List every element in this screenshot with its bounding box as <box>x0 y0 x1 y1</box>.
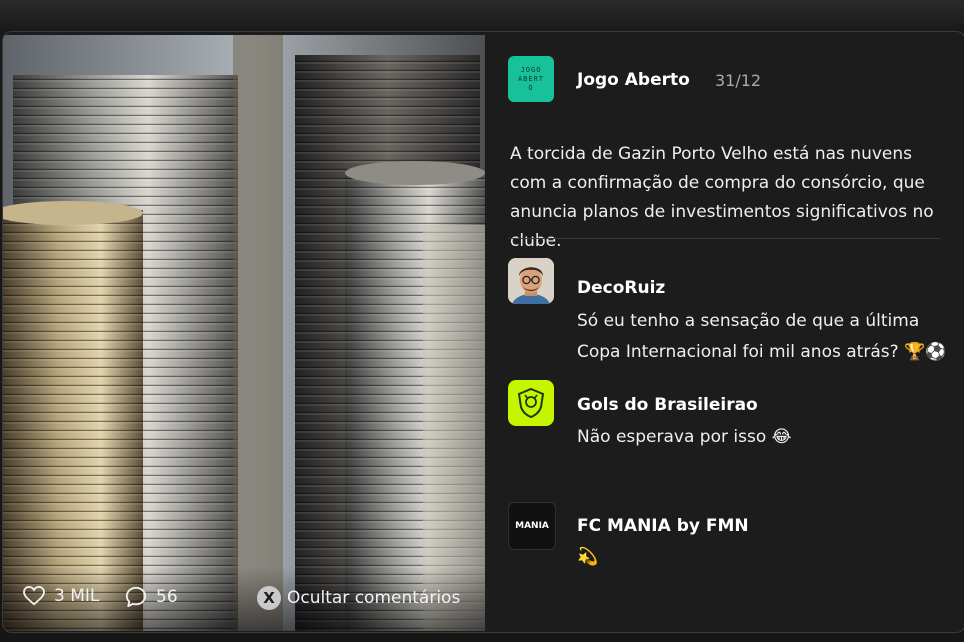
comment-author[interactable]: DecoRuiz <box>577 278 665 298</box>
fc-mania-logo-text: MANIA <box>515 521 549 531</box>
avatar-logo-text: JOGO ABERTO <box>517 65 545 92</box>
divider <box>508 238 940 239</box>
comment-author[interactable]: FC MANIA by FMN <box>577 516 749 536</box>
decoruiz-avatar[interactable] <box>508 258 554 304</box>
gols-do-brasileirao-avatar[interactable] <box>508 380 554 426</box>
post-date: 31/12 <box>715 71 762 90</box>
user-photo-icon <box>508 258 554 304</box>
comment-text: 💫 <box>577 547 599 567</box>
post-author[interactable]: Jogo Aberto <box>577 70 690 90</box>
comment-bubble-icon <box>125 586 147 608</box>
jogo-aberto-avatar[interactable]: JOGO ABERTO <box>508 56 554 102</box>
post-image[interactable] <box>3 35 485 631</box>
comments-button[interactable]: 56 <box>125 586 178 608</box>
hide-comments-label: Ocultar comentários <box>287 588 461 608</box>
comment-author[interactable]: Gols do Brasileirao <box>577 395 758 415</box>
app-stage: 3 MIL 56 X Ocultar comentários JOGO ABER… <box>0 0 964 642</box>
likes-count: 3 MIL <box>54 586 100 606</box>
shield-logo-icon <box>517 387 545 419</box>
comment-text: Só eu tenho a sensação de que a última C… <box>577 311 947 362</box>
comment-text: Não esperava por isso 😂 <box>577 427 792 447</box>
hide-comments-button[interactable]: X Ocultar comentários <box>257 586 460 610</box>
heart-icon <box>23 586 45 606</box>
fc-mania-avatar[interactable]: MANIA <box>508 502 556 550</box>
like-button[interactable]: 3 MIL <box>23 586 99 606</box>
post-card: 3 MIL 56 X Ocultar comentários JOGO ABER… <box>2 31 964 633</box>
close-circle-icon: X <box>257 586 281 610</box>
comments-count: 56 <box>156 587 178 607</box>
coin-stacks-photo <box>3 35 485 631</box>
